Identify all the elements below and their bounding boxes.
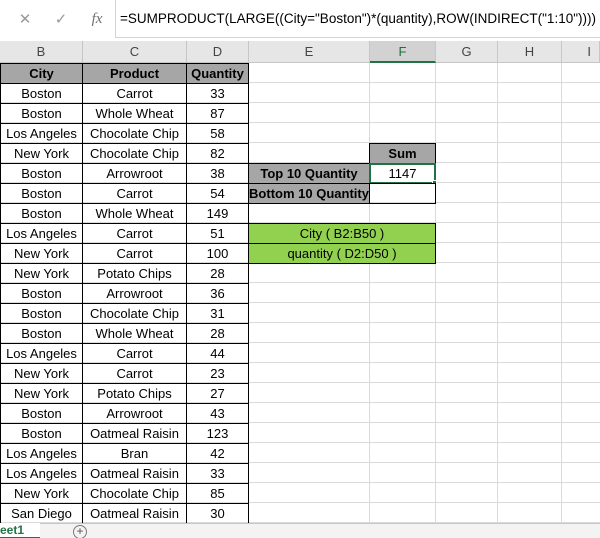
- table-cell-product[interactable]: Oatmeal Raisin: [82, 423, 187, 444]
- table-cell-quantity[interactable]: 27: [186, 383, 249, 404]
- table-cell-product[interactable]: Carrot: [82, 363, 187, 384]
- city-range-note[interactable]: City ( B2:B50 ): [248, 223, 436, 244]
- table-cell-city[interactable]: New York: [0, 263, 83, 284]
- table-cell-city[interactable]: Los Angeles: [0, 223, 83, 244]
- table-header-quantity[interactable]: Quantity: [186, 63, 249, 84]
- table-cell-city[interactable]: Los Angeles: [0, 343, 83, 364]
- table-cell-quantity[interactable]: 58: [186, 123, 249, 144]
- table-cell-city[interactable]: Los Angeles: [0, 443, 83, 464]
- column-header-b[interactable]: B: [0, 41, 83, 63]
- table-cell-product[interactable]: Carrot: [82, 343, 187, 364]
- quantity-range-note[interactable]: quantity ( D2:D50 ): [248, 243, 436, 264]
- table-cell-city[interactable]: Boston: [0, 83, 83, 104]
- table-cell-city[interactable]: Boston: [0, 103, 83, 124]
- top-10-label[interactable]: Top 10 Quantity: [248, 163, 370, 184]
- table-cell-quantity[interactable]: 23: [186, 363, 249, 384]
- cancel-icon[interactable]: ✕: [14, 8, 36, 30]
- table-cell-quantity[interactable]: 149: [186, 203, 249, 224]
- table-cell-quantity[interactable]: 87: [186, 103, 249, 124]
- formula-input[interactable]: =SUMPRODUCT(LARGE((City="Boston")*(quant…: [120, 0, 596, 38]
- column-header-e[interactable]: E: [249, 41, 370, 63]
- table-cell-quantity[interactable]: 30: [186, 503, 249, 524]
- table-cell-product[interactable]: Whole Wheat: [82, 203, 187, 224]
- table-cell-city[interactable]: New York: [0, 383, 83, 404]
- sheet-tab-sheet1[interactable]: eet1: [0, 523, 40, 538]
- table-cell-quantity[interactable]: 28: [186, 323, 249, 344]
- bottom-10-label[interactable]: Bottom 10 Quantity: [248, 183, 370, 204]
- formula-bar-buttons: ✕ ✓ fx: [0, 0, 116, 38]
- table-cell-product[interactable]: Oatmeal Raisin: [82, 463, 187, 484]
- column-header-d[interactable]: D: [187, 41, 249, 63]
- table-cell-product[interactable]: Chocolate Chip: [82, 483, 187, 504]
- sum-header[interactable]: Sum: [369, 143, 436, 164]
- table-cell-city[interactable]: Boston: [0, 403, 83, 424]
- table-cell-product[interactable]: Carrot: [82, 223, 187, 244]
- table-cell-quantity[interactable]: 31: [186, 303, 249, 324]
- table-cell-product[interactable]: Whole Wheat: [82, 103, 187, 124]
- table-cell-quantity[interactable]: 42: [186, 443, 249, 464]
- table-cell-quantity[interactable]: 82: [186, 143, 249, 164]
- table-cell-city[interactable]: Boston: [0, 283, 83, 304]
- table-cell-quantity[interactable]: 123: [186, 423, 249, 444]
- table-cell-city[interactable]: Boston: [0, 203, 83, 224]
- column-header-h[interactable]: H: [498, 41, 562, 63]
- table-cell-product[interactable]: Potato Chips: [82, 263, 187, 284]
- table-cell-product[interactable]: Arrowroot: [82, 283, 187, 304]
- table-cell-product[interactable]: Arrowroot: [82, 403, 187, 424]
- table-cell-city[interactable]: Boston: [0, 423, 83, 444]
- table-cell-city[interactable]: Los Angeles: [0, 123, 83, 144]
- sheet-tab-bar: eet1 +: [0, 523, 600, 538]
- table-cell-quantity[interactable]: 28: [186, 263, 249, 284]
- table-cell-product[interactable]: Potato Chips: [82, 383, 187, 404]
- table-cell-product[interactable]: Chocolate Chip: [82, 143, 187, 164]
- table-cell-city[interactable]: New York: [0, 143, 83, 164]
- worksheet-grid[interactable]: City Product Quantity Boston Carrot 33 Boston W…: [0, 63, 600, 524]
- table-cell-quantity[interactable]: 36: [186, 283, 249, 304]
- table-cell-city[interactable]: Boston: [0, 163, 83, 184]
- table-cell-product[interactable]: Chocolate Chip: [82, 303, 187, 324]
- table-cell-city[interactable]: Boston: [0, 323, 83, 344]
- table-cell-quantity[interactable]: 54: [186, 183, 249, 204]
- table-cell-city[interactable]: San Diego: [0, 503, 83, 524]
- enter-icon[interactable]: ✓: [50, 8, 72, 30]
- table-cell-quantity[interactable]: 43: [186, 403, 249, 424]
- top-10-value[interactable]: 1147: [369, 163, 436, 184]
- table-cell-quantity[interactable]: 33: [186, 463, 249, 484]
- table-cell-city[interactable]: Los Angeles: [0, 463, 83, 484]
- table-header-city[interactable]: City: [0, 63, 83, 84]
- table-cell-product[interactable]: Chocolate Chip: [82, 123, 187, 144]
- column-header-c[interactable]: C: [83, 41, 187, 63]
- table-cell-product[interactable]: Carrot: [82, 83, 187, 104]
- table-cell-product[interactable]: Carrot: [82, 183, 187, 204]
- table-cell-product[interactable]: Oatmeal Raisin: [82, 503, 187, 524]
- table-cell-city[interactable]: Boston: [0, 183, 83, 204]
- table-cell-quantity[interactable]: 85: [186, 483, 249, 504]
- table-cell-quantity[interactable]: 38: [186, 163, 249, 184]
- table-cell-city[interactable]: New York: [0, 243, 83, 264]
- column-header-i[interactable]: I: [562, 41, 600, 63]
- table-header-product[interactable]: Product: [82, 63, 187, 84]
- table-cell-city[interactable]: New York: [0, 483, 83, 504]
- table-cell-quantity[interactable]: 33: [186, 83, 249, 104]
- table-cell-product[interactable]: Carrot: [82, 243, 187, 264]
- column-header-g[interactable]: G: [436, 41, 498, 63]
- table-cell-quantity[interactable]: 51: [186, 223, 249, 244]
- column-header-f[interactable]: F: [370, 41, 436, 63]
- add-sheet-icon[interactable]: +: [73, 525, 87, 538]
- table-cell-quantity[interactable]: 44: [186, 343, 249, 364]
- table-cell-product[interactable]: Whole Wheat: [82, 323, 187, 344]
- table-cell-city[interactable]: Boston: [0, 303, 83, 324]
- table-cell-city[interactable]: New York: [0, 363, 83, 384]
- table-cell-product[interactable]: Bran: [82, 443, 187, 464]
- bottom-10-value[interactable]: [369, 183, 436, 204]
- insert-function-icon[interactable]: fx: [86, 8, 108, 30]
- formula-bar: ✕ ✓ fx =SUMPRODUCT(LARGE((City="Boston")…: [0, 0, 600, 38]
- table-cell-product[interactable]: Arrowroot: [82, 163, 187, 184]
- table-cell-quantity[interactable]: 100: [186, 243, 249, 264]
